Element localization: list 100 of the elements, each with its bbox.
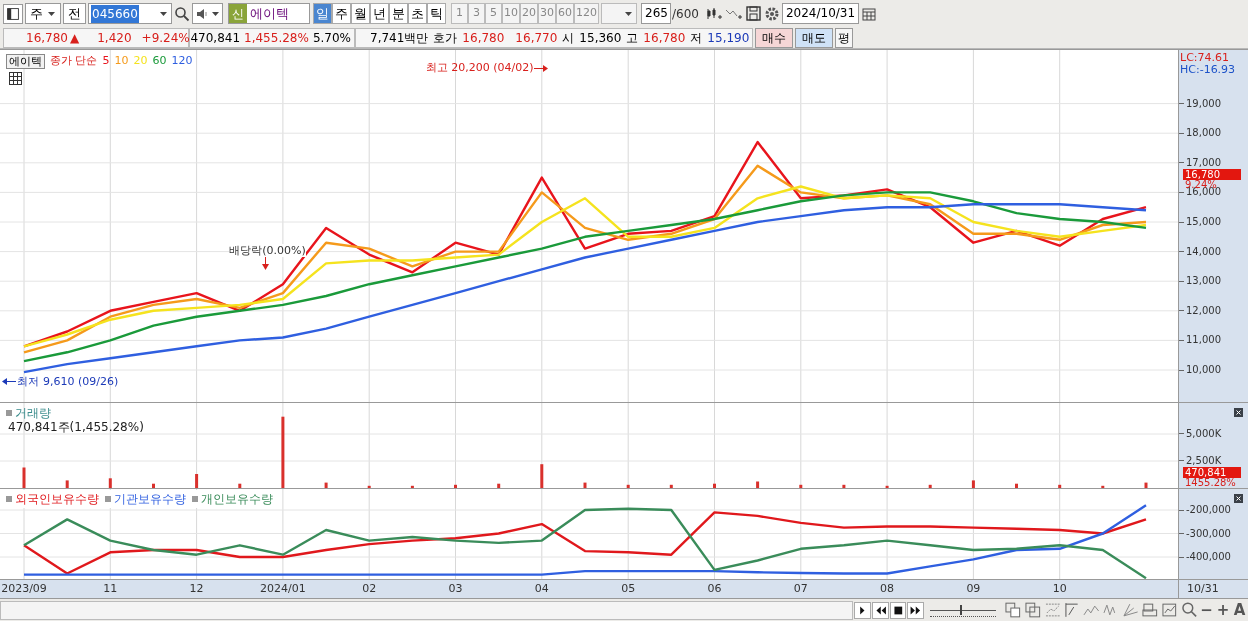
grid-icon[interactable] (9, 72, 22, 85)
tool-button[interactable]: A (1231, 601, 1248, 619)
count-max-text: /600 (671, 5, 700, 23)
date-field[interactable]: 2024/10/31 (781, 3, 860, 24)
average-button[interactable]: 평 (835, 27, 854, 48)
period-tab[interactable]: 초 (408, 3, 427, 24)
axis-label: 5,000K (1186, 429, 1222, 439)
count-field[interactable]: 265 (641, 3, 671, 24)
arrow-icon (2, 377, 17, 387)
axis-label: 10,000 (1186, 365, 1221, 375)
axis-label: 2024/01 (260, 581, 306, 596)
legend-marker (6, 496, 12, 502)
axis-label: 06 (707, 581, 722, 596)
axis-label: 15,000 (1186, 217, 1221, 227)
tool-button[interactable]: − (1198, 601, 1215, 619)
open-text: 15,360 (579, 29, 622, 47)
period-tab[interactable]: 분 (389, 3, 408, 24)
volume-bar (756, 481, 760, 488)
layout-icon[interactable] (3, 3, 23, 24)
period-tab[interactable]: 틱 (427, 3, 446, 24)
period-tab[interactable]: 년 (370, 3, 389, 24)
print-icon[interactable] (1141, 601, 1160, 619)
calendar-icon[interactable] (861, 5, 878, 22)
axis-label: 02 (362, 581, 377, 596)
cursor-line-icon[interactable] (1063, 601, 1081, 619)
volume-tag: 470,841 (1183, 467, 1241, 478)
speaker-icon (195, 6, 209, 21)
axis-label: 12,000 (1186, 305, 1221, 316)
price-text: 16,780 (26, 29, 68, 47)
legend-series-label: 60 (152, 53, 167, 69)
axis-label: 13,000 (1186, 276, 1221, 287)
axis-label: 16,000 (1186, 187, 1221, 198)
low-text: 15,190 (707, 29, 750, 47)
name-field[interactable]: 신 에이텍 (228, 3, 310, 24)
volume-bar (108, 478, 112, 488)
stop-icon[interactable] (889, 601, 907, 619)
bid-text: 16,770 (515, 29, 558, 47)
change-text: 1,420 (97, 29, 132, 47)
rewind-icon[interactable] (872, 601, 889, 619)
axis-label: 2,500K (1186, 456, 1222, 466)
high-annotation: 최고 20,200 (04/02) (425, 60, 534, 77)
volume-bar (1015, 483, 1018, 488)
volume-bar (454, 484, 457, 488)
arrow-icon (260, 257, 270, 271)
period-tab[interactable]: 일 (313, 3, 332, 24)
chart-view-icon[interactable] (1161, 601, 1179, 619)
axis-label: 05 (621, 581, 636, 596)
volume-ratio-text: 1,455.28% (244, 29, 309, 47)
slider-thumb[interactable] (959, 604, 962, 615)
axis-label: 09 (966, 581, 981, 596)
legend-label: 기관보유수량 (114, 491, 186, 508)
fast-forward-icon[interactable] (907, 601, 924, 619)
close-icon[interactable] (1234, 408, 1243, 417)
volume-text: 470,841 (190, 29, 241, 47)
axis-label: 19,000 (1186, 98, 1221, 109)
label-text: 호가 (433, 29, 458, 47)
axis-label: 03 (448, 581, 463, 596)
period-tab[interactable]: 월 (351, 3, 370, 24)
legend-series-label: 10 (114, 53, 129, 69)
split-icon[interactable] (1024, 601, 1042, 619)
code-field[interactable]: 045660 (88, 3, 172, 24)
caret-icon[interactable] (159, 10, 168, 17)
search-icon[interactable] (174, 5, 190, 22)
volume-bar (195, 474, 199, 488)
tool-button[interactable]: + (1214, 601, 1232, 619)
sell-button[interactable]: 매도 (795, 27, 834, 48)
legend-marker (192, 496, 198, 502)
search-icon[interactable] (1180, 601, 1199, 619)
axis-label: 08 (880, 581, 895, 596)
label-text: 저 (690, 29, 703, 47)
axis-label: 11,000 (1186, 335, 1221, 346)
volume-bar (713, 483, 716, 488)
ask-text: 16,780 (462, 29, 505, 47)
hc-label: HC:-16.93 (1180, 64, 1236, 76)
legend-marker (105, 496, 111, 502)
volume-bar (22, 467, 26, 488)
legend-label: 종가 단순 (50, 53, 98, 69)
caret-icon[interactable] (211, 10, 220, 17)
settings-icon[interactable] (763, 5, 780, 22)
overlay-icon[interactable] (1004, 601, 1022, 619)
play-icon[interactable] (854, 601, 872, 619)
save-icon[interactable] (744, 5, 762, 22)
market-dropdown[interactable]: 주 (25, 3, 61, 24)
volume-info-text: 470,841주(1,455.28%) (8, 419, 144, 436)
speaker-dropdown[interactable] (192, 3, 223, 24)
prev-button[interactable]: 전 (63, 3, 86, 24)
legend-label: 개인보유수량 (201, 491, 273, 508)
volume-bar (971, 480, 975, 488)
axis-label: 11 (103, 581, 118, 596)
volume-bar (1144, 482, 1148, 488)
close-icon[interactable] (1234, 494, 1243, 503)
caret-icon[interactable] (47, 10, 56, 17)
period-tab[interactable]: 주 (332, 3, 351, 24)
caret-icon[interactable] (624, 10, 633, 17)
volume-bar (583, 482, 587, 488)
volume-bar (238, 483, 242, 488)
axis-label: 10 (1052, 581, 1067, 596)
lc-label: LC:74.61 (1180, 52, 1229, 64)
buy-button[interactable]: 매수 (755, 27, 794, 48)
volume-bar (497, 483, 501, 488)
